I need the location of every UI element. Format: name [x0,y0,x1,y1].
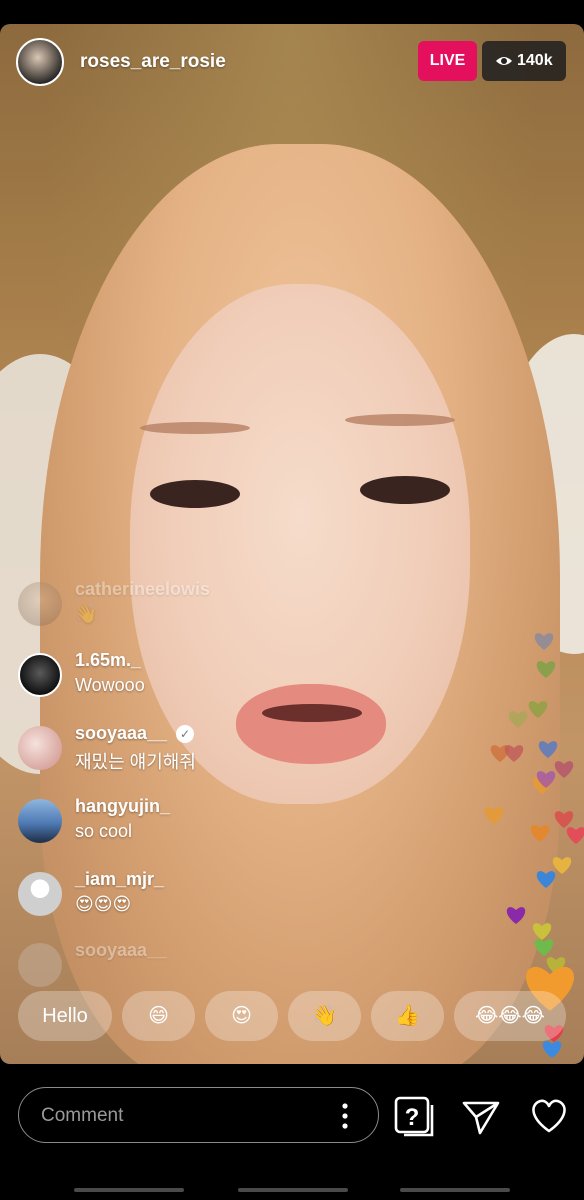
comment-username[interactable]: _iam_mjr_ [75,869,164,890]
commenter-avatar[interactable] [18,799,62,843]
comment-item: hangyujin_ so cool [18,796,348,848]
status-bar [0,0,584,24]
nav-indicator [74,1188,184,1192]
nav-indicator [238,1188,348,1192]
viewer-count-badge[interactable]: 140k [482,41,566,81]
eye-icon [496,57,512,65]
comment-username[interactable]: catherineelowis [75,579,210,600]
comment-username[interactable]: sooyaaa__ [75,723,167,744]
comment-text: 재밌는 얘기해줘 [75,752,196,772]
comment-item: catherineelowis 👋 [18,579,348,631]
comment-item: sooyaaa__ [18,940,348,992]
commenter-avatar[interactable] [18,943,62,987]
question-icon[interactable]: ? [392,1095,434,1137]
svg-text:?: ? [405,1104,420,1131]
comment-username[interactable]: hangyujin_ [75,796,170,817]
comment-text: 👋 [75,604,98,624]
comment-input[interactable]: Comment [18,1087,379,1143]
commenter-avatar[interactable] [18,872,62,916]
host-avatar[interactable] [16,38,64,86]
quick-replies: Hello 😄 😍 👋 👍 😂😂😂 [18,991,584,1041]
comment-text: so cool [75,821,133,841]
comment-text: Wowooo [75,675,145,695]
viewer-count: 140k [517,52,553,69]
comment-text: 😍😍😍 [75,894,132,914]
comment-item: sooyaaa__ ✓ 재밌는 얘기해줘 [18,723,348,775]
more-options-icon[interactable] [337,1100,353,1132]
comment-username[interactable]: 1.65m._ [75,650,141,671]
quick-reply-grin[interactable]: 😄 [122,991,195,1041]
commenter-avatar[interactable] [18,653,62,697]
live-badge: LIVE [418,41,477,81]
bottom-bar: Comment ? [0,1064,584,1200]
live-header: roses_are_rosie LIVE 140k [0,24,584,100]
commenter-avatar[interactable] [18,726,62,770]
quick-reply-thumbs-up[interactable]: 👍 [371,991,444,1041]
quick-reply-hello[interactable]: Hello [18,991,112,1041]
comment-item: 1.65m._ Wowooo [18,650,348,702]
quick-reply-heart-eyes[interactable]: 😍 [205,991,278,1041]
verified-badge-icon: ✓ [176,725,194,743]
send-icon[interactable] [460,1095,502,1137]
quick-reply-wave[interactable]: 👋 [288,991,361,1041]
quick-reply-laugh[interactable]: 😂😂😂 [454,991,566,1041]
host-username[interactable]: roses_are_rosie [80,51,226,73]
nav-indicator [400,1188,510,1192]
comment-username[interactable]: sooyaaa__ [75,940,167,961]
heart-icon[interactable] [528,1095,570,1137]
commenter-avatar[interactable] [18,582,62,626]
comment-item: _iam_mjr_ 😍😍😍 [18,869,348,921]
comment-placeholder: Comment [41,1105,124,1126]
